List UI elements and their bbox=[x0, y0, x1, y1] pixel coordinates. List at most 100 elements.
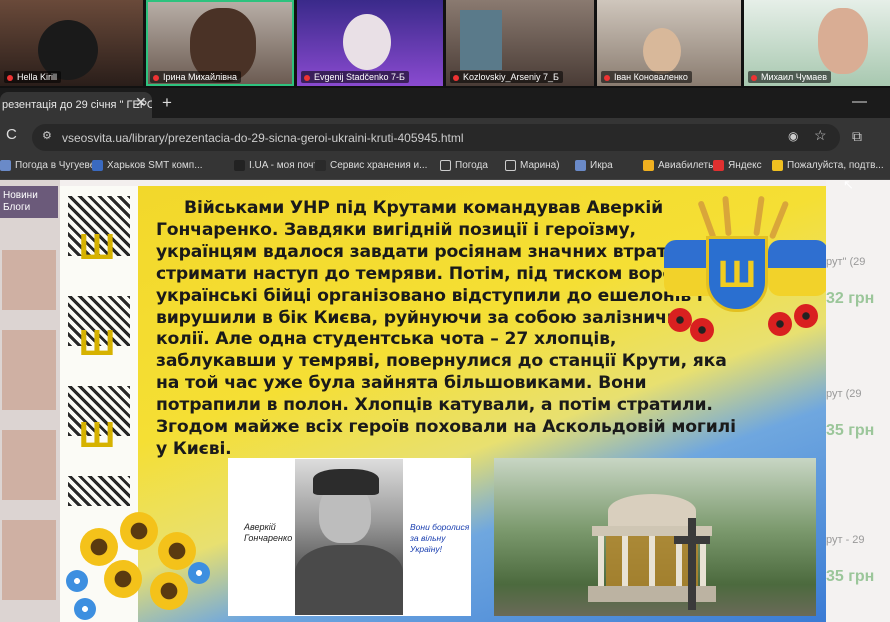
bookmark-label: Марина) bbox=[520, 160, 560, 172]
bookmark-label: Сервис хранения и... bbox=[330, 160, 428, 172]
bookmark-item[interactable]: Яндекс bbox=[713, 160, 762, 171]
tab-close-icon[interactable]: ✕ bbox=[135, 94, 147, 111]
trident-icon: Ш bbox=[78, 414, 116, 455]
presentation-slide: Ш Ш Ш Військами УНР під Крутами командув… bbox=[60, 186, 826, 622]
participant-tile[interactable]: Іван Коноваленко bbox=[597, 0, 741, 86]
bookmark-item[interactable]: Погода в Чугуеве bbox=[0, 160, 95, 171]
browser-tab-active[interactable]: резентація до 29 січня " ГЕРОЇ bbox=[0, 92, 152, 118]
news-blogs-menu[interactable]: Новини Блоги bbox=[0, 186, 58, 218]
poppy-icon bbox=[690, 318, 714, 342]
portrait-caption-quote: Вони боролися за вільну Україну! bbox=[410, 522, 470, 554]
new-tab-button[interactable]: + bbox=[162, 93, 172, 113]
askold-grave-photo bbox=[494, 458, 816, 616]
participant-name: Іван Коноваленко bbox=[614, 72, 688, 82]
poppy-icon bbox=[668, 308, 692, 332]
trident-icon: Ш bbox=[78, 322, 116, 363]
bookmark-label: Пожалуйста, подтв... bbox=[787, 160, 884, 172]
bookmark-label: Харьков SMT комп... bbox=[107, 160, 203, 172]
room-window bbox=[460, 10, 502, 70]
tab-title: резентація до 29 січня " ГЕРОЇ bbox=[2, 99, 152, 111]
sunflower-icon bbox=[120, 512, 158, 550]
product-title[interactable]: рут" (29 bbox=[826, 256, 865, 268]
reload-button[interactable]: C bbox=[6, 126, 17, 143]
plane-icon bbox=[643, 160, 654, 171]
folder-icon bbox=[440, 160, 451, 171]
left-sidebar bbox=[0, 180, 60, 622]
product-title[interactable]: рут (29 bbox=[826, 388, 862, 400]
participant-name: Михаил Чумаев bbox=[761, 72, 828, 82]
flower-icon bbox=[74, 598, 96, 620]
bookmark-star-icon[interactable]: ☆ bbox=[814, 127, 827, 144]
bookmark-item[interactable]: Икра bbox=[575, 160, 613, 171]
bookmark-item[interactable]: Авиабилеты bbox=[643, 160, 715, 171]
participant-tile[interactable]: Ірина Михайлівна bbox=[146, 0, 294, 86]
participant-name: Evgenij Stadčenko 7-Б bbox=[314, 72, 405, 82]
avatar bbox=[818, 8, 868, 74]
memorial-cross bbox=[674, 518, 710, 610]
iua-icon bbox=[234, 160, 245, 171]
sidebar-card[interactable] bbox=[2, 330, 56, 410]
bookmark-item[interactable]: Сервис хранения и... bbox=[315, 160, 427, 171]
slide-text: Військами УНР під Крутами командував Аве… bbox=[156, 198, 736, 459]
bookmark-item[interactable]: Пожалуйста, подтв... bbox=[772, 160, 884, 171]
poppy-icon bbox=[768, 312, 792, 336]
portrait-photo bbox=[295, 459, 403, 615]
globe-icon bbox=[575, 160, 586, 171]
trident-shield-icon: Ш bbox=[706, 236, 768, 312]
minimize-window-button[interactable]: — bbox=[852, 93, 867, 110]
mic-muted-icon bbox=[604, 74, 610, 81]
sidebar-card[interactable] bbox=[2, 430, 56, 500]
coat-of-arms-decoration: Ш bbox=[664, 195, 826, 350]
product-title[interactable]: рут - 29 bbox=[826, 534, 865, 546]
product-price: 35 грн bbox=[826, 568, 875, 585]
product-price: 35 грн bbox=[826, 422, 875, 439]
flower-icon bbox=[188, 562, 210, 584]
cloud-icon bbox=[315, 160, 326, 171]
sunflower-icon bbox=[150, 572, 188, 610]
folder-icon bbox=[505, 160, 516, 171]
bookmark-item[interactable]: I.UA - моя почта bbox=[234, 160, 323, 171]
avatar bbox=[343, 14, 391, 70]
bookmark-label: Икра bbox=[590, 160, 613, 172]
extensions-icon[interactable]: ⧉ bbox=[852, 128, 862, 145]
mic-muted-icon bbox=[304, 74, 310, 81]
tracking-eye-off-icon[interactable]: ◉ bbox=[788, 129, 798, 143]
bookmark-item[interactable]: Погода bbox=[440, 160, 488, 171]
portrait-caption-name: Аверкій Гончаренко bbox=[244, 522, 293, 543]
right-products-column: рут" (29 32 грн рут (29 35 грн рут - 29 … bbox=[826, 180, 890, 622]
video-participants-row: Hella Kirill Ірина Михайлівна Evgenij St… bbox=[0, 0, 890, 88]
avatar bbox=[643, 28, 681, 74]
sidebar-card[interactable] bbox=[2, 520, 56, 600]
url-text[interactable]: vseosvita.ua/library/prezentacia-do-29-s… bbox=[62, 131, 464, 145]
participant-tile[interactable]: Михаил Чумаев bbox=[744, 0, 890, 86]
participant-tile[interactable]: Evgenij Stadčenko 7-Б bbox=[297, 0, 443, 86]
bookmark-item[interactable]: Харьков SMT комп... bbox=[92, 160, 203, 171]
participant-tile[interactable]: Hella Kirill bbox=[0, 0, 143, 86]
sunflower-bouquet bbox=[60, 498, 230, 622]
flower-icon bbox=[66, 570, 88, 592]
participant-name: Kozlovskiy_Arseniy 7_Б bbox=[463, 72, 559, 82]
bookmark-label: Яндекс bbox=[728, 160, 762, 172]
bookmark-label: I.UA - моя почта bbox=[249, 160, 324, 172]
mic-muted-icon bbox=[751, 74, 757, 81]
bookmark-label: Погода bbox=[455, 160, 488, 172]
participant-name: Hella Kirill bbox=[17, 72, 58, 82]
bookmark-item[interactable]: Марина) bbox=[505, 160, 560, 171]
trident-icon: Ш bbox=[78, 226, 116, 267]
product-price: 32 грн bbox=[826, 290, 875, 307]
mic-muted-icon bbox=[453, 74, 459, 81]
yandex-icon bbox=[713, 160, 724, 171]
poppy-icon bbox=[794, 304, 818, 328]
globe-icon bbox=[0, 160, 11, 171]
sunflower-icon bbox=[104, 560, 142, 598]
mouse-cursor-icon: ↖ bbox=[843, 177, 854, 192]
smt-icon bbox=[92, 160, 103, 171]
site-settings-icon[interactable]: ⚙ bbox=[42, 129, 52, 142]
bookmark-label: Авиабилеты bbox=[658, 160, 716, 172]
sidebar-card[interactable] bbox=[2, 250, 56, 310]
ukraine-flag-icon bbox=[768, 240, 826, 296]
mail-icon bbox=[772, 160, 783, 171]
bookmark-label: Погода в Чугуеве bbox=[15, 160, 96, 172]
participant-tile[interactable]: Kozlovskiy_Arseniy 7_Б bbox=[446, 0, 594, 86]
mic-muted-icon bbox=[7, 74, 13, 81]
